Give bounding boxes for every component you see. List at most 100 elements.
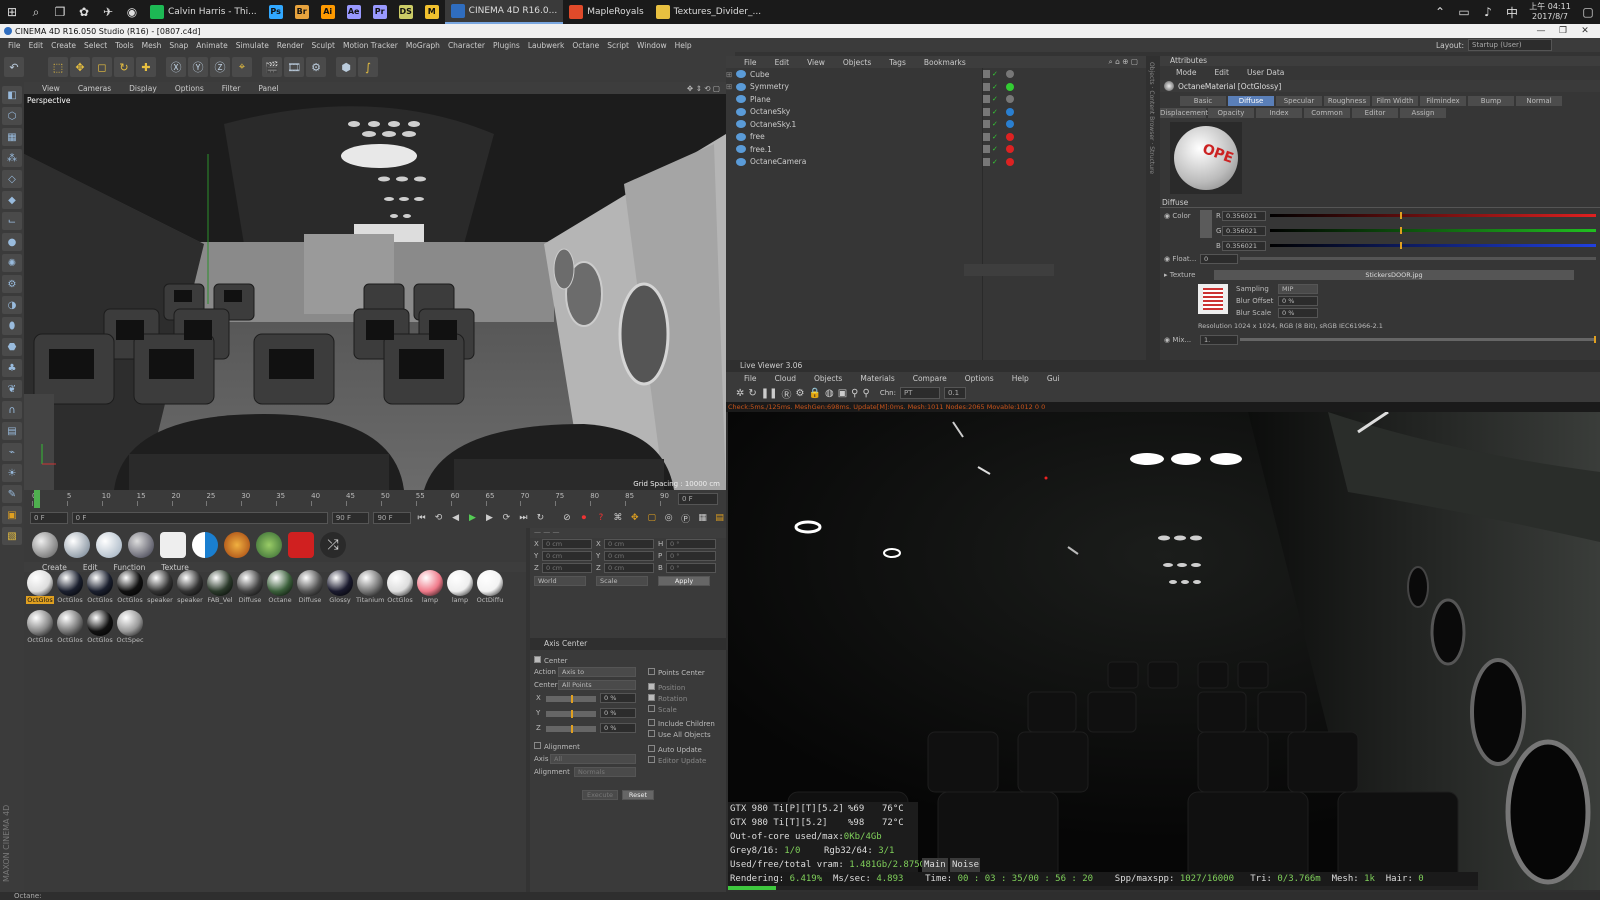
live-menu-file[interactable]: File: [740, 374, 761, 383]
axis-xyz-field[interactable]: 0 %: [600, 693, 636, 703]
attr-tab-bump[interactable]: Bump: [1468, 96, 1514, 106]
axis-xyz-slider[interactable]: [546, 695, 596, 703]
loop-icon[interactable]: ↻: [534, 511, 547, 525]
texture-mode-icon[interactable]: ▦: [2, 128, 22, 146]
material-swatch[interactable]: lamp: [416, 570, 444, 606]
menu-file[interactable]: File: [4, 41, 25, 50]
scale-key-icon[interactable]: ▢: [645, 511, 658, 525]
object-row[interactable]: Plane ✓: [726, 93, 1146, 106]
undo-icon[interactable]: ↶: [4, 57, 24, 77]
menu-script[interactable]: Script: [603, 41, 633, 50]
live-menu-cloud[interactable]: Cloud: [771, 374, 800, 383]
object-tag-icon[interactable]: [1006, 132, 1014, 141]
texture-thumbnail[interactable]: [1198, 284, 1228, 314]
visibility-icon[interactable]: [982, 107, 990, 116]
restore-button[interactable]: ❐: [1552, 24, 1574, 38]
record-active-icon[interactable]: ⏺: [577, 511, 590, 525]
coord-value-field[interactable]: 0 °: [666, 551, 716, 561]
use-all-objects-checkbox[interactable]: Use All Objects: [648, 730, 711, 739]
octane-icon[interactable]: ✺: [2, 254, 22, 272]
material-swatch[interactable]: OctGlos: [26, 570, 54, 606]
menu-edit[interactable]: Edit: [25, 41, 48, 50]
mix-value-field[interactable]: 1.: [1200, 335, 1238, 345]
next-key-icon[interactable]: ⟳: [500, 511, 513, 525]
channel-select[interactable]: PT: [899, 387, 940, 399]
keyframe-selection-icon[interactable]: ⌘: [611, 511, 624, 525]
live-menu-compare[interactable]: Compare: [909, 374, 951, 383]
object-tag-icon[interactable]: [1006, 120, 1014, 129]
r-value-field[interactable]: 0.356021: [1222, 211, 1266, 221]
menu-window[interactable]: Window: [633, 41, 671, 50]
max-frame-field[interactable]: 90 F: [373, 512, 412, 524]
object-menu-objects[interactable]: Objects: [839, 58, 875, 67]
octane-emission-icon[interactable]: [224, 532, 250, 558]
material-swatch[interactable]: Glossy: [326, 570, 354, 606]
menu-plugins[interactable]: Plugins: [489, 41, 524, 50]
go-to-end-icon[interactable]: ⏭: [517, 511, 530, 525]
g-value-field[interactable]: 0.356021: [1222, 226, 1266, 236]
auto-update-checkbox[interactable]: Auto Update: [648, 745, 702, 754]
viewport-menu-cameras[interactable]: Cameras: [74, 84, 115, 93]
expand-icon[interactable]: ⊞: [726, 82, 736, 91]
center-checkbox[interactable]: Center: [534, 656, 568, 665]
leaf-icon[interactable]: ❦: [2, 380, 22, 398]
scale-icon[interactable]: ◻: [92, 57, 112, 77]
material-swatch[interactable]: OctGlos: [26, 610, 54, 646]
material-swatch[interactable]: OctGlos: [86, 570, 114, 606]
grid-icon[interactable]: ▤: [2, 422, 22, 440]
region-render-icon[interactable]: Ⓡ: [782, 386, 792, 401]
material-swatch[interactable]: lamp: [446, 570, 474, 606]
viewport-menu-view[interactable]: View: [38, 84, 64, 93]
visibility-icon[interactable]: [982, 145, 990, 154]
go-to-start-icon[interactable]: ⏮: [415, 511, 428, 525]
octane-camera-icon[interactable]: [288, 532, 314, 558]
b-value-field[interactable]: 0.356021: [1222, 241, 1266, 251]
material-swatch[interactable]: OctGlos: [116, 570, 144, 606]
rotation-checkbox[interactable]: Rotation: [648, 694, 687, 703]
octane-diffuse-icon[interactable]: [32, 532, 58, 558]
coordinate-system-icon[interactable]: ⌖: [232, 57, 252, 77]
axis-xyz-slider[interactable]: [546, 710, 596, 718]
play-icon[interactable]: ▶: [466, 511, 479, 525]
object-row[interactable]: OctaneSky ✓: [726, 106, 1146, 119]
coord-value-field[interactable]: 0 cm: [542, 539, 592, 549]
material-swatch[interactable]: OctGlos: [56, 610, 84, 646]
viewport-menu-display[interactable]: Display: [125, 84, 161, 93]
b-slider[interactable]: [1270, 242, 1596, 249]
object-tag-icon[interactable]: [1006, 157, 1014, 166]
enable-check-icon[interactable]: ✓: [992, 120, 1000, 128]
attr-tab-film-width[interactable]: Film Width: [1372, 96, 1418, 106]
octane-toon-icon[interactable]: [192, 532, 218, 558]
close-button[interactable]: ✕: [1574, 24, 1596, 38]
tree-icon[interactable]: ♣: [2, 359, 22, 377]
points-mode-icon[interactable]: ⁂: [2, 149, 22, 167]
language-icon[interactable]: 中: [1500, 0, 1524, 24]
record-keys-icon[interactable]: ⊘: [560, 511, 573, 525]
menu-snap[interactable]: Snap: [165, 41, 192, 50]
previous-key-icon[interactable]: ⟲: [432, 511, 445, 525]
noise-view-button[interactable]: Noise: [950, 858, 980, 872]
pin-icon[interactable]: ⚲: [862, 388, 869, 399]
make-editable-icon[interactable]: ◧: [2, 86, 22, 104]
octane-portal-icon[interactable]: [160, 532, 186, 558]
menu-render[interactable]: Render: [273, 41, 308, 50]
volume-icon[interactable]: ♪: [1476, 0, 1500, 24]
menu-octane[interactable]: Octane: [568, 41, 603, 50]
polygons-mode-icon[interactable]: ◆: [2, 191, 22, 209]
step-back-icon[interactable]: ◀: [449, 511, 462, 525]
menu-sculpt[interactable]: Sculpt: [308, 41, 339, 50]
material-swatch[interactable]: OctGlos: [56, 570, 84, 606]
taskbar-app[interactable]: Calvin Harris - Thi...: [144, 0, 263, 24]
live-menu-gui[interactable]: Gui: [1043, 374, 1064, 383]
coord-value-field[interactable]: 0 °: [666, 539, 716, 549]
attr-tab-editor[interactable]: Editor: [1352, 108, 1398, 118]
attr-tab-basic[interactable]: Basic: [1180, 96, 1226, 106]
picker-icon[interactable]: ⚲: [851, 388, 858, 399]
taskbar-app[interactable]: Pr: [367, 0, 393, 24]
enable-check-icon[interactable]: ✓: [992, 70, 1000, 78]
attr-menu-user-data[interactable]: User Data: [1243, 68, 1288, 77]
coord-mode-select[interactable]: World: [534, 576, 586, 586]
snap-icon[interactable]: ⌁: [2, 443, 22, 461]
attr-tab-opacity[interactable]: Opacity: [1208, 108, 1254, 118]
model-mode-icon[interactable]: ⬡: [2, 107, 22, 125]
